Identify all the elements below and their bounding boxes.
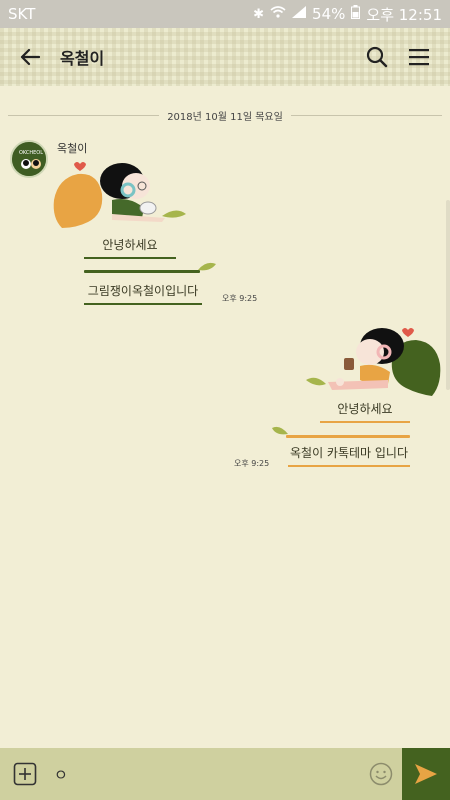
incoming-message-text: 그림쟁이옥철이입니다 (87, 284, 199, 298)
send-button[interactable] (402, 748, 450, 800)
search-button[interactable] (356, 28, 398, 86)
signal-icon (292, 6, 307, 22)
page-title: 옥철이 (60, 49, 105, 68)
back-button[interactable] (0, 28, 60, 86)
message-input[interactable] (50, 748, 360, 800)
outgoing-message-text: 안녕하세요 (337, 402, 393, 416)
emoji-button[interactable] (360, 748, 402, 800)
search-icon (366, 46, 388, 68)
battery-percent: 54% (312, 5, 346, 23)
outgoing-sticker[interactable] (304, 318, 444, 402)
status-bar: SKT ✱ 54% 오후 12:51 (0, 0, 450, 28)
outgoing-message[interactable]: 옥철이 카톡테마 입니다 (288, 444, 410, 467)
date-divider-left (8, 115, 160, 116)
clock: 오후 12:51 (366, 5, 442, 24)
message-underline (320, 421, 410, 423)
outgoing-message[interactable]: 안녕하세요 (320, 400, 410, 423)
plus-square-icon (13, 762, 37, 786)
date-divider-right (290, 115, 443, 116)
status-icons: ✱ 54% 오후 12:51 (253, 4, 442, 25)
incoming-message-text: 안녕하세요 (102, 238, 158, 252)
incoming-message[interactable]: 안녕하세요 (84, 236, 176, 259)
back-arrow-icon (20, 48, 40, 66)
incoming-sticker[interactable] (50, 156, 190, 236)
message-underline (288, 465, 410, 467)
leaf-divider (272, 426, 410, 438)
input-bar (0, 748, 450, 800)
battery-icon (351, 5, 361, 23)
leaf-divider (84, 262, 216, 273)
avatar[interactable]: OKCHEOL (10, 140, 48, 178)
carrier-label: SKT (8, 5, 36, 23)
message-timestamp: 오후 9:25 (234, 459, 270, 468)
add-attachment-button[interactable] (0, 748, 50, 800)
scrollbar[interactable] (446, 200, 450, 390)
date-label: 2018년 10월 11일 목요일 (167, 112, 283, 123)
hamburger-menu-icon (409, 49, 429, 66)
message-timestamp: 오후 9:25 (222, 294, 258, 303)
menu-button[interactable] (398, 28, 440, 86)
outgoing-message-text: 옥철이 카톡테마 입니다 (289, 446, 409, 460)
bluetooth-icon: ✱ (253, 6, 265, 22)
date-separator: 2018년 10월 11일 목요일 (0, 108, 450, 123)
sender-name: 옥철이 (57, 142, 88, 155)
smiley-icon (369, 762, 393, 786)
wifi-icon (270, 6, 286, 22)
message-underline (84, 257, 176, 259)
incoming-message[interactable]: 그림쟁이옥철이입니다 (84, 282, 202, 305)
avatar-logo-text: OKCHEOL (19, 150, 43, 156)
chat-area[interactable]: 2018년 10월 11일 목요일 OKCHEOL 옥철이 안녕하세요 그림쟁이… (0, 86, 450, 748)
chat-header: 옥철이 (0, 28, 450, 86)
message-underline (84, 303, 202, 305)
send-arrow-icon (415, 764, 437, 784)
